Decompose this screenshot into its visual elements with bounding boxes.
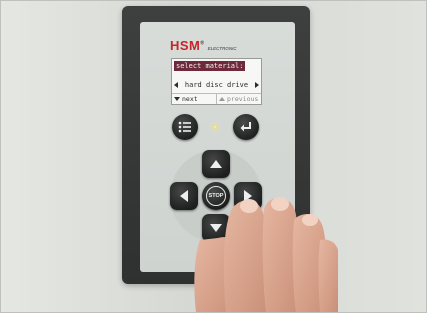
brand-name: HSM® xyxy=(170,38,205,53)
lcd-display: select material: hard disc drive next pr… xyxy=(171,58,262,105)
softkey-previous-label: previous xyxy=(227,95,259,103)
hand-photo xyxy=(194,197,338,313)
next-down-icon xyxy=(174,97,180,101)
select-left-icon xyxy=(174,82,178,88)
up-button[interactable] xyxy=(202,150,230,178)
status-led xyxy=(212,124,218,130)
lcd-selected-value: hard disc drive xyxy=(184,81,249,89)
previous-up-icon xyxy=(219,97,225,101)
arrow-up-icon xyxy=(210,160,222,168)
brand-logo: HSM® ELECTRONIC xyxy=(170,38,237,53)
lcd-title: select material: xyxy=(174,61,246,71)
menu-button[interactable] xyxy=(172,114,198,140)
lcd-softkey-bar: next previous xyxy=(172,93,261,104)
softkey-previous: previous xyxy=(216,94,261,104)
select-right-icon xyxy=(255,82,259,88)
photo-scene: HSM® ELECTRONIC select material: hard di… xyxy=(0,0,427,313)
brand-subtitle: ELECTRONIC xyxy=(207,46,237,51)
enter-return-icon xyxy=(240,122,251,132)
lcd-selection-row: hard disc drive xyxy=(174,80,259,90)
menu-list-icon xyxy=(178,121,191,133)
softkey-next-label: next xyxy=(182,95,198,103)
softkey-next: next xyxy=(172,94,216,104)
enter-button[interactable] xyxy=(233,114,259,140)
